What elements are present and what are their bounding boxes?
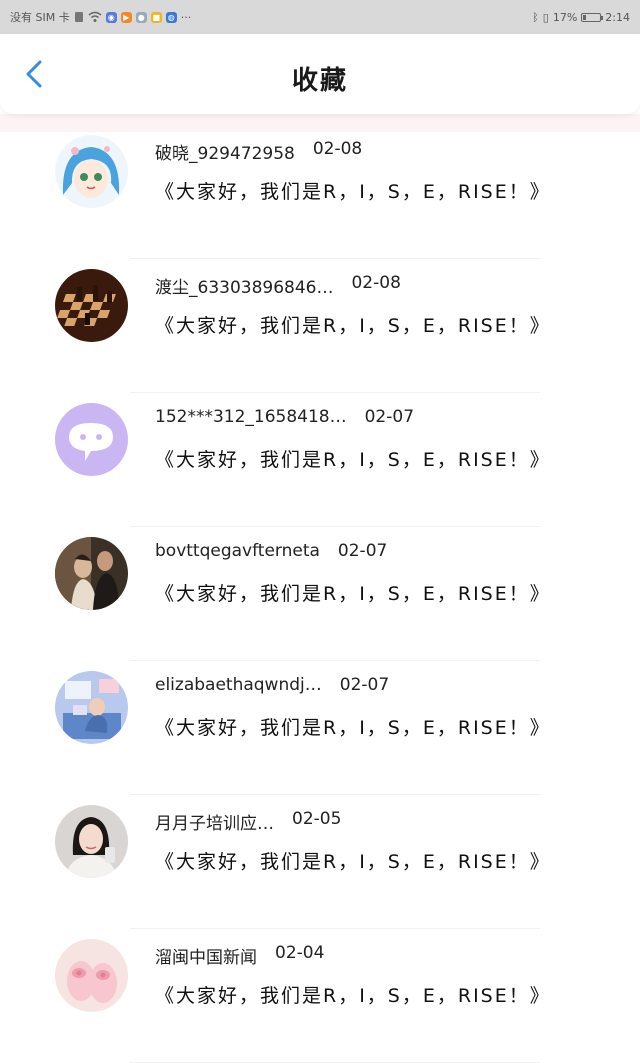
- author-name: bovttqegavfterneta: [155, 541, 320, 561]
- favorite-item[interactable]: 月月子培训应… 02-05 《大家好，我们是R，I，S，E，RISE！》: [0, 795, 640, 929]
- more-notifications-icon: ···: [180, 10, 192, 24]
- chessboard-avatar[interactable]: [55, 269, 128, 342]
- post-title[interactable]: 《大家好，我们是R，I，S，E，RISE！》: [155, 311, 551, 338]
- item-meta: 溜闽中国新闻 02-04: [155, 943, 324, 968]
- post-title[interactable]: 《大家好，我们是R，I，S，E，RISE！》: [155, 847, 551, 874]
- author-name: 月月子培训应…: [155, 814, 274, 834]
- battery-level: [583, 14, 587, 20]
- sim-icon: [74, 12, 83, 22]
- post-date: 02-08: [351, 273, 401, 293]
- post-title[interactable]: 《大家好，我们是R，I，S，E，RISE！》: [155, 445, 551, 472]
- author-name: 破晓_929472958: [155, 144, 295, 164]
- post-date: 02-07: [337, 541, 388, 561]
- item-meta: 破晓_929472958 02-08: [155, 139, 362, 164]
- favorite-item[interactable]: 152***312_1658418… 02-07 《大家好，我们是R，I，S，E，R…: [0, 393, 640, 527]
- item-meta: 152***312_1658418… 02-07: [155, 407, 414, 427]
- post-title[interactable]: 《大家好，我们是R，I，S，E，RISE！》: [155, 713, 551, 740]
- browser-app-icon: ◍: [165, 11, 177, 23]
- author-name: 渡尘_63303896846…: [155, 278, 334, 298]
- selfie-girl-avatar[interactable]: [55, 805, 128, 878]
- vibrate-icon: ▯: [542, 10, 549, 24]
- pink-slippers-avatar[interactable]: [55, 939, 128, 1012]
- clock: 2:14: [605, 10, 630, 24]
- post-title[interactable]: 《大家好，我们是R，I，S，E，RISE！》: [155, 579, 551, 606]
- status-left: 没有 SIM 卡 ◉ ▶ ● ■ ◍ ···: [10, 9, 191, 25]
- default-chat-avatar[interactable]: [55, 403, 128, 476]
- item-meta: 月月子培训应… 02-05: [155, 809, 341, 834]
- app-notification-icon: ◉: [105, 11, 117, 23]
- favorite-item[interactable]: elizabaethaqwndj… 02-07 《大家好，我们是R，I，S，E，RI…: [0, 661, 640, 795]
- wifi-icon: [88, 11, 102, 22]
- bluetooth-icon: ᛒ: [532, 10, 539, 24]
- author-name: 152***312_1658418…: [155, 407, 347, 427]
- anime-girl-avatar[interactable]: [55, 135, 128, 208]
- video-app-icon: ▶: [120, 11, 132, 23]
- illustration-avatar[interactable]: [55, 671, 128, 744]
- favorite-item[interactable]: 渡尘_63303896846… 02-08 《大家好，我们是R，I，S，E，RISE…: [0, 259, 640, 393]
- favorite-item[interactable]: 破晓_929472958 02-08 《大家好，我们是R，I，S，E，RISE！》: [0, 125, 640, 259]
- author-name: 溜闽中国新闻: [155, 948, 257, 968]
- page-title: 收藏: [291, 66, 348, 96]
- item-meta: elizabaethaqwndj… 02-07: [155, 675, 389, 695]
- item-meta: bovttqegavfterneta 02-07: [155, 541, 387, 561]
- carrier-text: 没有 SIM 卡: [10, 11, 70, 24]
- post-date: 02-04: [275, 943, 325, 963]
- post-date: 02-07: [339, 675, 390, 695]
- author-name: elizabaethaqwndj…: [155, 675, 322, 695]
- status-right: ᛒ ▯ 17% 2:14: [532, 11, 630, 24]
- shopping-app-icon: ■: [150, 11, 162, 23]
- battery-percent: 17%: [552, 10, 578, 24]
- post-date: 02-05: [292, 809, 342, 829]
- favorite-item[interactable]: bovttqegavfterneta 02-07 《大家好，我们是R，I，S，E，R…: [0, 527, 640, 661]
- item-meta: 渡尘_63303896846… 02-08: [155, 273, 401, 298]
- couple-photo-avatar[interactable]: [55, 537, 128, 610]
- post-title[interactable]: 《大家好，我们是R，I，S，E，RISE！》: [155, 981, 551, 1008]
- post-date: 02-07: [364, 407, 415, 427]
- post-title[interactable]: 《大家好，我们是R，I，S，E，RISE！》: [155, 177, 551, 204]
- chat-app-icon: ●: [135, 11, 147, 23]
- favorites-list: 破晓_929472958 02-08 《大家好，我们是R，I，S，E，RISE！》渡…: [0, 125, 640, 1063]
- header-bar: 收藏: [0, 34, 640, 114]
- favorite-item[interactable]: 溜闽中国新闻 02-04 《大家好，我们是R，I，S，E，RISE！》: [0, 929, 640, 1063]
- status-bar: 没有 SIM 卡 ◉ ▶ ● ■ ◍ ··· ᛒ ▯ 17% 2:14: [0, 0, 640, 34]
- battery-icon: [581, 12, 604, 22]
- post-date: 02-08: [312, 139, 363, 159]
